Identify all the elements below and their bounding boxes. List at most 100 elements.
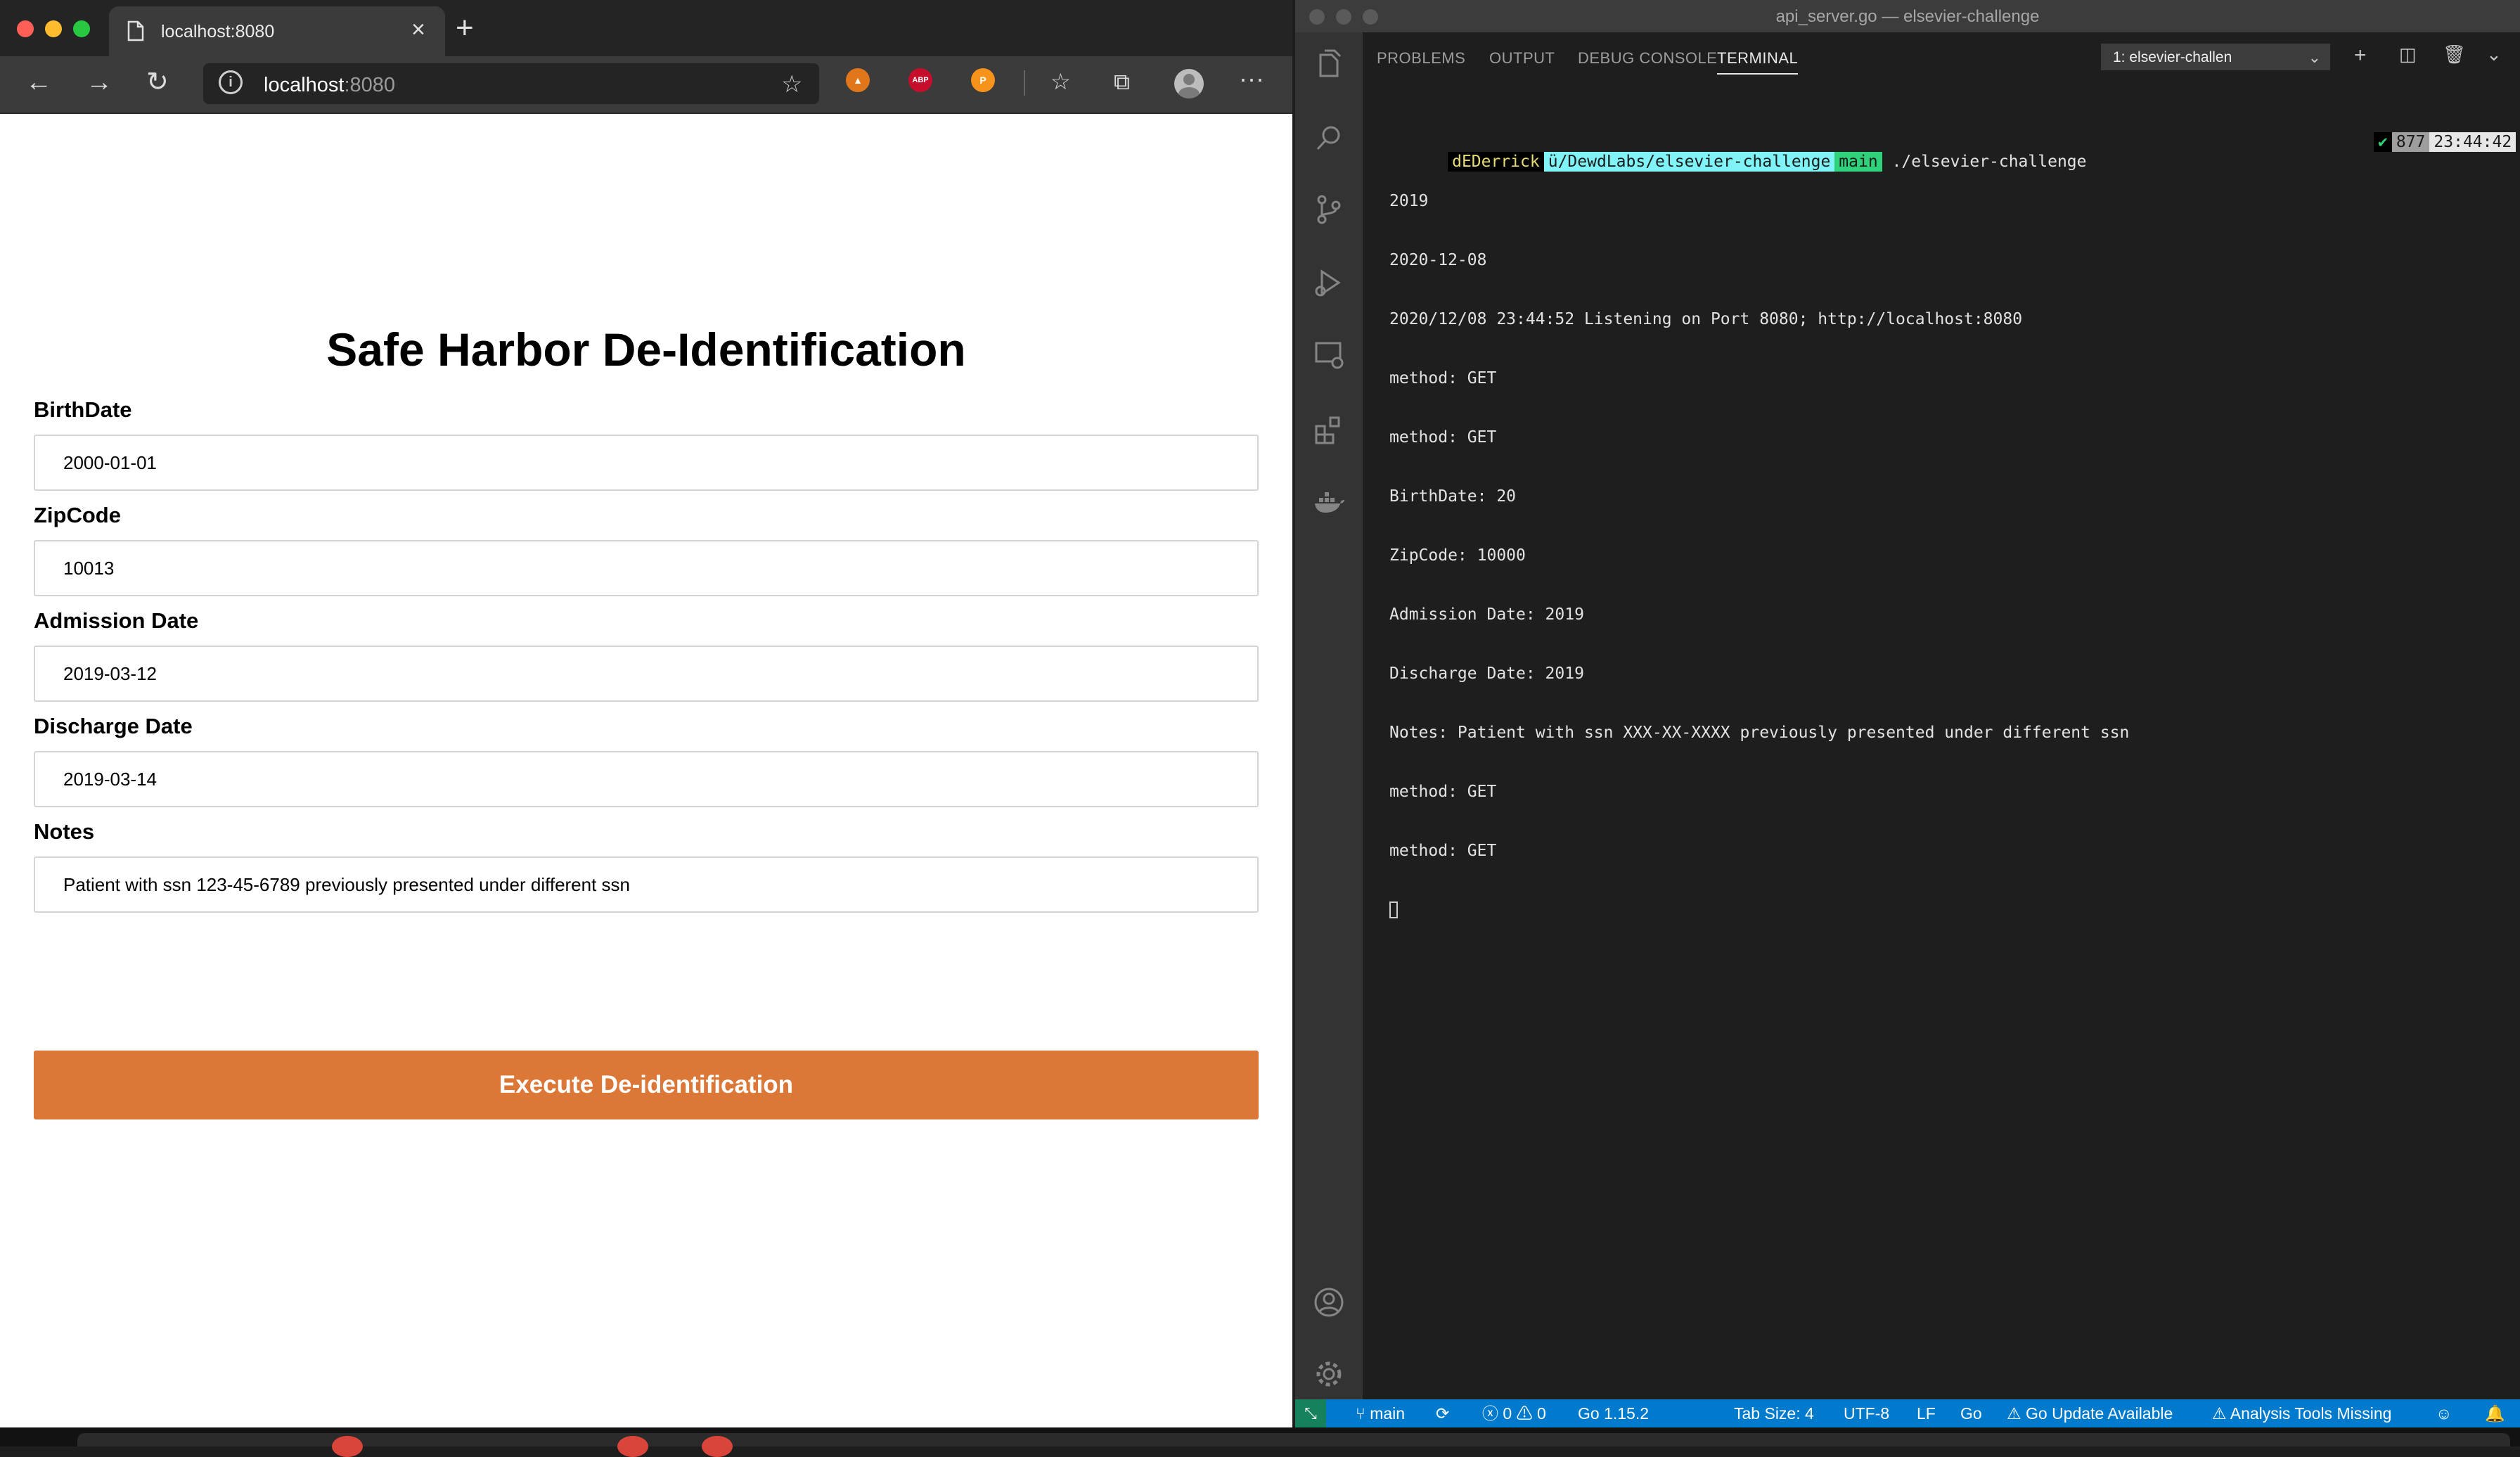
terminal-line: Admission Date: 2019 (1389, 605, 1584, 624)
discharge-date-input[interactable]: 2019-03-14 (34, 751, 1259, 807)
encoding[interactable]: UTF-8 (1844, 1399, 1889, 1427)
favorites-icon[interactable]: ☆ (1050, 70, 1071, 93)
dock-app-icon[interactable] (332, 1436, 363, 1457)
sync-icon[interactable]: ⟳ (1436, 1399, 1449, 1427)
refresh-icon[interactable]: ↻ (146, 69, 169, 96)
terminal-line: method: GET (1389, 369, 1497, 387)
site-info-icon[interactable]: i (219, 70, 243, 94)
explorer-icon[interactable] (1312, 48, 1346, 82)
dock-app-icon[interactable] (702, 1436, 733, 1457)
terminal-line: 2019 (1389, 192, 1429, 210)
line-ending[interactable]: LF (1917, 1399, 1936, 1427)
terminal-line: BirthDate: 20 (1389, 487, 1517, 506)
prompt-status: ✔ (2374, 132, 2392, 152)
collections-icon[interactable]: ⧉ (1114, 70, 1130, 93)
terminal-line: method: GET (1389, 428, 1497, 447)
run-debug-icon[interactable] (1312, 266, 1346, 300)
adblock-plus-icon[interactable]: ABP (908, 68, 932, 92)
tab-output[interactable]: OUTPUT (1489, 49, 1555, 68)
admission-date-input[interactable]: 2019-03-12 (34, 646, 1259, 702)
split-terminal-icon[interactable]: ◫ (2399, 45, 2417, 63)
error-icon: ⓧ (1482, 1404, 1503, 1423)
language-mode[interactable]: Go (1960, 1399, 1982, 1427)
bookmark-star-icon[interactable]: ☆ (781, 70, 802, 98)
admission-date-label: Admission Date (34, 608, 199, 633)
right-prompt: ✔ 877 23:44:42 (2374, 132, 2516, 152)
terminal-line: method: GET (1389, 842, 1497, 860)
terminal-line: Notes: Patient with ssn XXX-XX-XXXX prev… (1389, 724, 2130, 742)
remote-indicator-icon[interactable]: ⤡ (1295, 1399, 1326, 1427)
prompt-path: ü/DewdLabs/elsevier-challenge (1543, 152, 1835, 172)
tab-terminal[interactable]: TERMINAL (1717, 49, 1799, 75)
trash-icon[interactable]: 🗑 (2443, 45, 2466, 63)
vscode-window: api_server.go — elsevier-challenge PROBL… (1295, 0, 2520, 1427)
branch-icon: ⑂ (1356, 1404, 1370, 1423)
notifications-bell-icon[interactable]: 🔔 (2485, 1399, 2505, 1427)
notes-label: Notes (34, 819, 95, 844)
tab-title: localhost:8080 (161, 22, 275, 41)
tab-problems[interactable]: PROBLEMS (1377, 49, 1465, 68)
analysis-tools-status[interactable]: ⚠ Analysis Tools Missing (2212, 1399, 2391, 1427)
macos-dock (0, 1427, 2520, 1457)
notes-input[interactable]: Patient with ssn 123-45-6789 previously … (34, 856, 1259, 913)
metamask-icon[interactable]: ▲ (846, 68, 870, 92)
terminal-line: method: GET (1389, 783, 1497, 801)
browser-tab-bar: localhost:8080 × + (0, 0, 1292, 56)
address-bar[interactable]: i localhost:8080 ☆ (203, 63, 819, 104)
forward-arrow-icon[interactable]: → (86, 69, 112, 96)
prompt-user: dEDerrick (1448, 152, 1544, 172)
token-icon[interactable]: P (971, 68, 995, 92)
zipcode-input[interactable]: 10013 (34, 540, 1259, 596)
new-tab-button[interactable]: + (456, 13, 474, 44)
minimize-window-button[interactable] (45, 20, 62, 37)
docker-icon[interactable] (1312, 487, 1346, 520)
vscode-title-bar: api_server.go — elsevier-challenge (1295, 0, 2520, 32)
accounts-icon[interactable] (1312, 1285, 1346, 1319)
tab-debug-console[interactable]: DEBUG CONSOLE (1578, 49, 1717, 68)
profile-avatar[interactable] (1174, 69, 1204, 98)
go-update-status[interactable]: ⚠ Go Update Available (2007, 1399, 2173, 1427)
zoom-window-button[interactable] (73, 20, 90, 37)
more-menu-icon[interactable]: ··· (1239, 66, 1264, 91)
terminal-line: Discharge Date: 2019 (1389, 665, 1584, 683)
web-page: Safe Harbor De-Identification BirthDate … (0, 114, 1292, 1427)
page-icon (127, 20, 144, 41)
discharge-date-label: Discharge Date (34, 714, 193, 738)
search-icon[interactable] (1312, 121, 1346, 155)
execute-deidentification-button[interactable]: Execute De-identification (34, 1051, 1259, 1119)
problems-status[interactable]: ⓧ 0 ⚠ 0 (1482, 1399, 1546, 1427)
birthdate-input[interactable]: 2000-01-01 (34, 435, 1259, 491)
terminal-selector[interactable]: 1: elsevier-challen ⌄ (2101, 44, 2330, 70)
url-text[interactable]: localhost:8080 (264, 74, 395, 97)
settings-gear-icon[interactable] (1312, 1357, 1346, 1391)
status-branch[interactable]: ⑂ main (1356, 1399, 1405, 1427)
prompt-command: ./elsevier-challenge (1891, 153, 2087, 171)
extensions-icon[interactable] (1312, 412, 1346, 446)
close-window-button[interactable] (17, 20, 34, 37)
toolbar-divider (1024, 70, 1025, 96)
browser-window: localhost:8080 × + ← → ↻ i localhost:808… (0, 0, 1292, 1427)
terminal-line: 2020/12/08 23:44:52 Listening on Port 80… (1389, 310, 2023, 328)
go-version[interactable]: Go 1.15.2 (1578, 1399, 1649, 1427)
activity-bar (1295, 32, 1363, 1399)
window-title: api_server.go — elsevier-challenge (1775, 7, 2040, 26)
tab-size[interactable]: Tab Size: 4 (1734, 1399, 1814, 1427)
status-bar: ⤡ ⑂ main ⟳ ⓧ 0 ⚠ 0 Go 1.15.2 Tab Size: 4… (1295, 1399, 2520, 1427)
terminal-output[interactable]: dEDerrick ü/DewdLabs/elsevier-challenge ma… (1389, 93, 2516, 1387)
page-title: Safe Harbor De-Identification (326, 323, 966, 376)
source-control-icon[interactable] (1312, 193, 1346, 226)
panel-header: PROBLEMS OUTPUT DEBUG CONSOLE TERMINAL 1… (1363, 32, 2520, 83)
birthdate-label: BirthDate (34, 397, 132, 422)
prompt-time: 23:44:42 (2429, 132, 2516, 152)
new-terminal-icon[interactable]: + (2354, 45, 2367, 66)
prompt-history: 877 (2391, 132, 2430, 152)
terminal-line: ZipCode: 10000 (1389, 546, 1526, 565)
browser-tab[interactable]: localhost:8080 × (109, 6, 445, 56)
feedback-icon[interactable]: ☺ (2436, 1399, 2452, 1427)
dock-app-icon[interactable] (617, 1436, 648, 1457)
back-arrow-icon[interactable]: ← (25, 69, 52, 96)
remote-explorer-icon[interactable] (1312, 338, 1346, 371)
close-tab-icon[interactable]: × (411, 16, 425, 44)
terminal-prompt: dEDerrick ü/DewdLabs/elsevier-challenge ma… (1389, 132, 2516, 172)
chevron-down-panel-icon[interactable]: ⌄ (2486, 45, 2502, 63)
